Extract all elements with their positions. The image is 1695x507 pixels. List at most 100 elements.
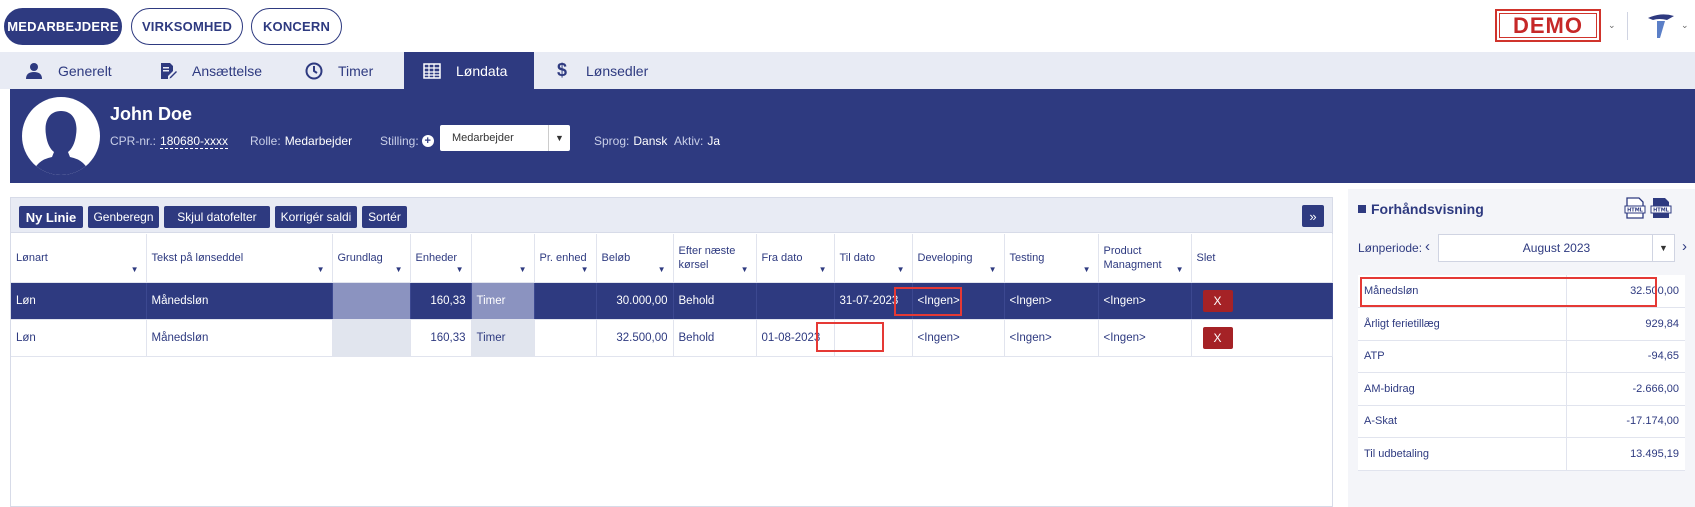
demo-dropdown-chevron-icon[interactable]: ⌄ — [1608, 20, 1616, 31]
filter-icon[interactable]: ▼ — [456, 263, 464, 277]
col-header-testing[interactable]: Testing ▼ — [1004, 234, 1099, 283]
filter-icon[interactable]: ▼ — [1083, 263, 1091, 277]
cell-belob[interactable]: 30.000,00 — [596, 282, 674, 320]
filter-icon[interactable]: ▼ — [581, 263, 589, 277]
preview-row-label: AM-bidrag — [1358, 372, 1566, 406]
language-field: Sprog: Dansk — [594, 131, 667, 151]
company-logo-icon[interactable] — [1645, 10, 1677, 42]
tab-lonsedler[interactable]: $ Lønsedler — [552, 52, 672, 89]
col-header-efter[interactable]: Efter næste kørsel ▼ — [673, 234, 757, 283]
preview-row: Til udbetaling 13.495,19 — [1358, 437, 1685, 471]
tab-londata[interactable]: Løndata — [404, 52, 534, 89]
next-period-icon[interactable]: › — [1682, 238, 1687, 255]
cell-fra-dato[interactable] — [756, 282, 835, 320]
preview-title: Forhåndsvisning — [1358, 201, 1484, 217]
filter-icon[interactable]: ▼ — [819, 263, 827, 277]
medarbejdere-button[interactable]: MEDARBEJDERE — [4, 8, 122, 45]
col-header-grundlag[interactable]: Grundlag ▼ — [332, 234, 411, 283]
chevron-down-icon[interactable]: ▼ — [1652, 235, 1674, 261]
recalculate-button[interactable]: Genberegn — [88, 206, 159, 228]
cell-lonart[interactable]: Løn — [11, 319, 147, 357]
filter-icon[interactable]: ▼ — [395, 263, 403, 277]
position-field: Stilling: + — [380, 131, 434, 151]
cell-pr-enhed[interactable] — [534, 319, 597, 357]
prev-period-icon[interactable]: ‹ — [1425, 238, 1430, 255]
preview-row-value: 32.500,00 — [1565, 275, 1685, 308]
chevron-down-icon[interactable]: ▼ — [548, 125, 570, 151]
cell-slet: X — [1191, 319, 1333, 357]
demo-badge[interactable]: DEMO — [1495, 9, 1601, 42]
col-header-product[interactable]: Product Managment ▼ — [1098, 234, 1192, 283]
sort-button[interactable]: Sortér — [362, 206, 407, 228]
col-header-til-dato[interactable]: Til dato ▼ — [834, 234, 913, 283]
col-header-label: Lønart — [16, 251, 48, 264]
koncern-button[interactable]: KONCERN — [251, 8, 342, 45]
cpr-value[interactable]: 180680-xxxx — [160, 134, 229, 149]
table-row[interactable]: Løn Månedsløn 160,33 Timer 32.500,00 Beh… — [11, 319, 1333, 357]
cell-testing[interactable]: <Ingen> — [1004, 282, 1099, 320]
cell-efter[interactable]: Behold — [673, 319, 757, 357]
cell-grundlag[interactable] — [332, 282, 411, 320]
cell-grundlag[interactable] — [332, 319, 411, 357]
cell-developing[interactable]: <Ingen> — [912, 282, 1005, 320]
html-preview-icon[interactable]: HTML — [1650, 197, 1672, 219]
virksomhed-button[interactable]: VIRKSOMHED — [131, 8, 243, 45]
col-header-unit[interactable]: ▼ — [471, 234, 535, 283]
tab-label: Generelt — [58, 62, 112, 79]
hide-date-fields-button[interactable]: Skjul datofelter — [164, 206, 270, 228]
cell-unit[interactable]: Timer — [471, 282, 535, 320]
table-row[interactable]: Løn Månedsløn 160,33 Timer 30.000,00 Beh… — [11, 282, 1333, 320]
filter-icon[interactable]: ▼ — [658, 263, 666, 277]
col-header-fra-dato[interactable]: Fra dato ▼ — [756, 234, 835, 283]
col-header-developing[interactable]: Developing ▼ — [912, 234, 1005, 283]
filter-icon[interactable]: ▼ — [317, 263, 325, 277]
cell-pr-enhed[interactable] — [534, 282, 597, 320]
tab-generelt[interactable]: Generelt — [24, 52, 144, 89]
col-header-pr-enhed[interactable]: Pr. enhed ▼ — [534, 234, 597, 283]
cpr-label: CPR-nr.: — [110, 134, 157, 148]
cell-enheder[interactable]: 160,33 — [410, 282, 472, 320]
correct-balance-button[interactable]: Korrigér saldi — [275, 206, 357, 228]
html-export-icon[interactable]: HTML — [1624, 197, 1646, 219]
account-chevron-icon[interactable]: ⌄ — [1681, 20, 1689, 31]
tab-timer[interactable]: Timer — [304, 52, 384, 89]
cell-unit[interactable]: Timer — [471, 319, 535, 357]
cell-belob[interactable]: 32.500,00 — [596, 319, 674, 357]
col-header-enheder[interactable]: Enheder ▼ — [410, 234, 472, 283]
preview-row-value: -17.174,00 — [1565, 405, 1685, 438]
filter-icon[interactable]: ▼ — [741, 263, 749, 277]
filter-icon[interactable]: ▼ — [131, 263, 139, 277]
expand-panel-button[interactable]: » — [1302, 205, 1324, 227]
cell-product[interactable]: <Ingen> — [1098, 282, 1192, 320]
col-header-lonart[interactable]: Lønart ▼ — [11, 234, 147, 283]
cell-tekst[interactable]: Månedsløn — [146, 282, 333, 320]
cell-efter[interactable]: Behold — [673, 282, 757, 320]
filter-icon[interactable]: ▼ — [1176, 263, 1184, 277]
cell-til-dato[interactable] — [834, 319, 913, 357]
cell-enheder[interactable]: 160,33 — [410, 319, 472, 357]
role-label: Rolle: — [250, 134, 281, 148]
cell-tekst[interactable]: Månedsløn — [146, 319, 333, 357]
tab-label: Lønsedler — [586, 62, 649, 79]
employee-header: John Doe CPR-nr.: 180680-xxxx Rolle: Med… — [10, 89, 1695, 183]
cell-lonart[interactable]: Løn — [11, 282, 147, 320]
delete-row-button[interactable]: X — [1202, 326, 1233, 349]
filter-icon[interactable]: ▼ — [989, 263, 997, 277]
title-square-icon — [1358, 205, 1366, 213]
col-header-belob[interactable]: Beløb ▼ — [596, 234, 674, 283]
add-position-icon[interactable]: + — [421, 135, 434, 147]
tab-ansaettelse[interactable]: Ansættelse — [158, 52, 288, 89]
cell-developing[interactable]: <Ingen> — [912, 319, 1005, 357]
cell-product[interactable]: <Ingen> — [1098, 319, 1192, 357]
filter-icon[interactable]: ▼ — [519, 263, 527, 277]
filter-icon[interactable]: ▼ — [897, 263, 905, 277]
cell-fra-dato[interactable]: 01-08-2023 — [756, 319, 835, 357]
position-select[interactable]: Medarbejder ▼ — [440, 125, 570, 151]
new-line-button[interactable]: Ny Linie — [19, 206, 83, 228]
period-select[interactable]: August 2023 ▼ — [1438, 234, 1675, 262]
cell-testing[interactable]: <Ingen> — [1004, 319, 1099, 357]
delete-row-button[interactable]: X — [1202, 289, 1233, 312]
col-header-tekst[interactable]: Tekst på lønseddel ▼ — [146, 234, 333, 283]
preview-row-value: -2.666,00 — [1565, 372, 1685, 406]
cell-til-dato[interactable]: 31-07-2023 — [834, 282, 913, 320]
